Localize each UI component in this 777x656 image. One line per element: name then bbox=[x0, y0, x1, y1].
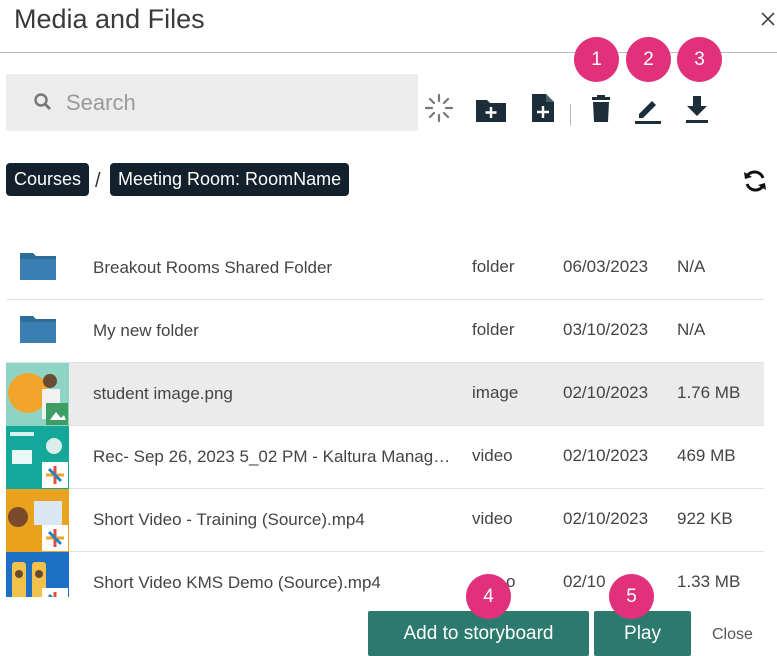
callout-badge-5: 5 bbox=[609, 574, 654, 619]
download-icon[interactable] bbox=[680, 92, 714, 126]
file-date: 02/10/2023 bbox=[563, 383, 649, 402]
video-thumbnail bbox=[6, 489, 69, 552]
breadcrumb-courses[interactable]: Courses bbox=[6, 163, 90, 196]
file-row[interactable]: Short Video - Training (Source).mp4 vide… bbox=[6, 489, 764, 552]
close-icon[interactable] bbox=[758, 9, 777, 29]
new-file-icon[interactable] bbox=[526, 91, 560, 125]
folder-icon bbox=[20, 316, 56, 343]
callout-badge-2: 2 bbox=[626, 37, 671, 82]
callout-badge-1: 1 bbox=[574, 37, 619, 82]
new-folder-icon[interactable] bbox=[474, 93, 508, 127]
search-input[interactable] bbox=[66, 84, 406, 121]
file-size: 1.33 MB bbox=[677, 572, 741, 591]
file-date: 02/10 bbox=[563, 572, 606, 591]
file-size: 1.76 MB bbox=[677, 383, 741, 402]
close-button[interactable]: Close bbox=[712, 626, 753, 644]
file-type: folder bbox=[472, 257, 515, 276]
refresh-icon[interactable] bbox=[742, 168, 768, 194]
file-size: 922 KB bbox=[677, 509, 733, 528]
file-row[interactable]: Rec- Sep 26, 2023 5_02 PM - Kaltura Mana… bbox=[6, 426, 764, 489]
file-list[interactable]: Breakout Rooms Shared Folder folder 06/0… bbox=[6, 237, 764, 597]
file-type: image bbox=[472, 383, 519, 402]
file-size: 469 MB bbox=[677, 446, 736, 465]
video-thumbnail bbox=[6, 552, 69, 597]
delete-icon[interactable] bbox=[584, 92, 618, 126]
callout-badge-4: 4 bbox=[466, 574, 511, 619]
add-to-storyboard-button[interactable]: Add to storyboard bbox=[368, 611, 589, 656]
file-type: video bbox=[472, 509, 513, 528]
file-name: student image.png bbox=[93, 384, 233, 403]
image-thumbnail bbox=[6, 363, 69, 426]
file-name: Short Video KMS Demo (Source).mp4 bbox=[93, 573, 381, 592]
file-type: folder bbox=[472, 320, 515, 339]
file-size: N/A bbox=[677, 320, 706, 339]
file-name: Short Video - Training (Source).mp4 bbox=[93, 510, 365, 529]
play-button[interactable]: Play bbox=[594, 611, 691, 656]
toolbar-separator bbox=[570, 104, 571, 126]
dialog-title: Media and Files bbox=[14, 4, 205, 34]
file-name: My new folder bbox=[93, 321, 199, 340]
file-name: Rec- Sep 26, 2023 5_02 PM - Kaltura Mana… bbox=[93, 447, 451, 466]
file-type: video bbox=[472, 446, 513, 465]
callout-badge-3: 3 bbox=[677, 37, 722, 82]
file-name: Breakout Rooms Shared Folder bbox=[93, 258, 333, 277]
loading-spinner-icon bbox=[424, 93, 454, 123]
file-row-selected[interactable]: student image.png image 02/10/2023 1.76 … bbox=[6, 363, 764, 426]
breadcrumb-meeting-room[interactable]: Meeting Room: RoomName bbox=[110, 163, 350, 196]
breadcrumb-separator: / bbox=[95, 170, 101, 192]
search-box[interactable] bbox=[6, 74, 418, 131]
file-date: 02/10/2023 bbox=[563, 446, 649, 465]
file-row[interactable]: Breakout Rooms Shared Folder folder 06/0… bbox=[6, 237, 764, 300]
file-date: 03/10/2023 bbox=[563, 320, 649, 339]
video-thumbnail bbox=[6, 426, 69, 489]
file-date: 02/10/2023 bbox=[563, 509, 649, 528]
file-size: N/A bbox=[677, 257, 706, 276]
folder-icon bbox=[20, 253, 56, 280]
search-icon bbox=[34, 93, 51, 110]
edit-icon[interactable] bbox=[631, 92, 665, 126]
file-date: 06/03/2023 bbox=[563, 257, 649, 276]
file-row[interactable]: My new folder folder 03/10/2023 N/A bbox=[6, 300, 764, 363]
